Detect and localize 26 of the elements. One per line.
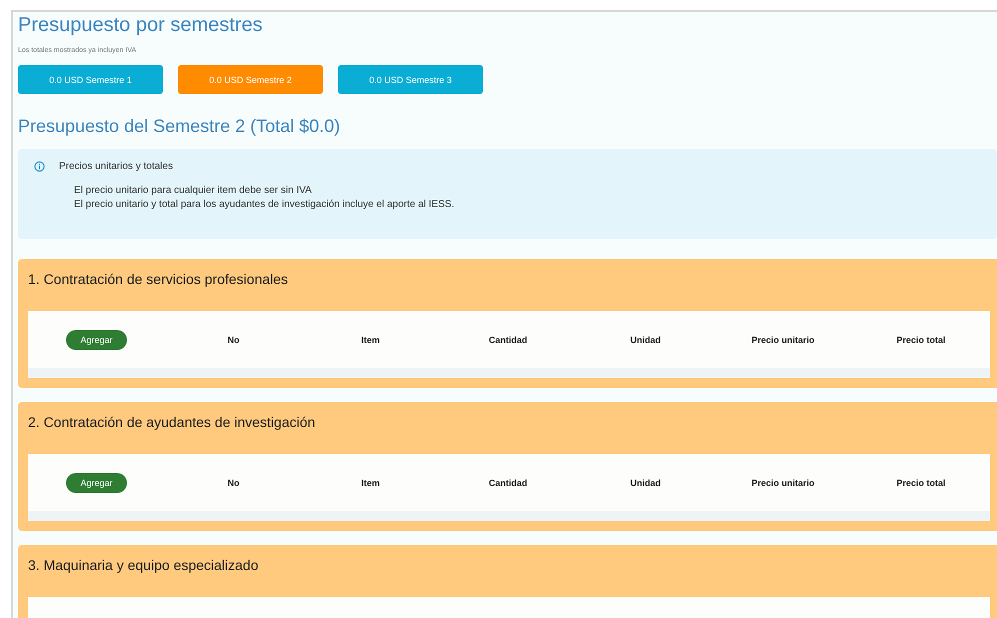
page-title: Presupuesto por semestres (18, 13, 263, 37)
column-header: No (228, 478, 240, 488)
info-icon (34, 161, 45, 172)
info-text: El precio unitario para cualquier item debe ser sin IVA (74, 184, 312, 198)
section-title: 2. Contratación de ayudantes de investigación (28, 414, 316, 430)
column-header: Item (361, 334, 380, 344)
section-title: 1. Contratación de servicios profesionales (28, 271, 288, 287)
column-header: Cantidad (488, 478, 528, 488)
column-header: Cantidad (488, 334, 528, 344)
column-header: Precio total (896, 334, 946, 344)
info-title: Precios unitarios y totales (59, 161, 173, 172)
add-button[interactable]: Agregar (66, 330, 127, 350)
section-title: 3. Maquinaria y equipo especializado (28, 557, 258, 573)
semester-button[interactable]: 0.0 USD Semestre 3 (338, 65, 483, 94)
semester-button[interactable]: 0.0 USD Semestre 1 (18, 65, 163, 94)
semester-button[interactable]: 0.0 USD Semestre 2 (178, 65, 323, 94)
add-button[interactable]: Agregar (66, 472, 127, 492)
column-header: Precio unitario (751, 334, 814, 344)
column-header: Unidad (630, 478, 661, 488)
column-header: Unidad (630, 334, 661, 344)
column-header: Precio unitario (751, 478, 814, 488)
column-header: Item (361, 478, 380, 488)
column-header: Precio total (896, 478, 946, 488)
info-text: El precio unitario y total para los ayudantes de investigación incluye el aporte al IESS. (74, 198, 454, 212)
column-header: No (228, 334, 240, 344)
semester-heading: Presupuesto del Semestre 2 (Total $0.0) (18, 116, 340, 137)
